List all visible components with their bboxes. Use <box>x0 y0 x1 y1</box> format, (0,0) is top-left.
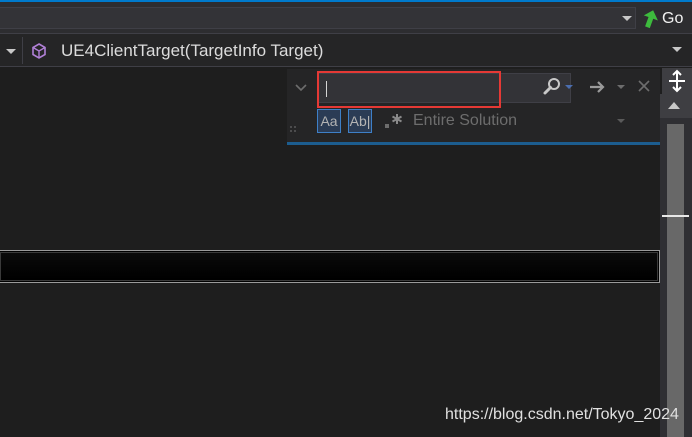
toolbar-dropdown-arrow[interactable] <box>620 11 634 25</box>
vertical-scrollbar[interactable] <box>660 94 692 437</box>
search-options-dropdown[interactable] <box>565 85 573 89</box>
highlighted-code-line <box>0 250 660 283</box>
find-next-dropdown[interactable] <box>617 85 625 89</box>
close-icon[interactable] <box>637 79 651 93</box>
text-caret <box>326 81 327 97</box>
navigation-bar: UE4ClientTarget(TargetInfo Target) <box>0 33 692 67</box>
green-arrow-icon <box>643 10 658 29</box>
watermark: https://blog.csdn.net/Tokyo_2024 <box>445 406 679 423</box>
search-input[interactable] <box>317 73 571 103</box>
go-label: Go <box>662 10 684 27</box>
match-whole-word-toggle[interactable]: Ab| <box>348 109 372 133</box>
member-selector[interactable]: UE4ClientTarget(TargetInfo Target) <box>28 38 682 64</box>
scope-dropdown-arrow[interactable] <box>0 43 22 59</box>
toolbar: Go <box>0 2 692 33</box>
scroll-position-marker <box>662 215 689 217</box>
chevron-down-icon <box>622 15 632 21</box>
expand-replace-toggle-icon[interactable] <box>295 83 307 93</box>
purple-cube-icon <box>32 43 46 59</box>
search-scope-selector[interactable]: Entire Solution <box>413 110 628 132</box>
split-window-button[interactable] <box>662 68 692 94</box>
go-button[interactable]: Go <box>642 7 690 31</box>
chevron-down-icon[interactable] <box>672 47 682 52</box>
chevron-down-icon <box>6 48 16 54</box>
member-selector-label: UE4ClientTarget(TargetInfo Target) <box>61 41 324 60</box>
magnifier-icon[interactable] <box>541 77 563 97</box>
regex-icon-glyph <box>385 114 402 128</box>
arrow-right-icon[interactable] <box>589 79 607 95</box>
scroll-up-icon[interactable] <box>668 102 680 109</box>
divider <box>22 37 23 64</box>
find-panel: Aa Ab| Entire Solution <box>287 69 660 145</box>
highlighted-code-line-inner <box>0 252 658 281</box>
chevron-down-icon[interactable] <box>617 119 625 123</box>
scroll-thumb[interactable] <box>667 124 684 437</box>
regex-star-icon[interactable] <box>383 111 405 131</box>
match-case-toggle[interactable]: Aa <box>317 109 341 133</box>
split-vertical-icon <box>669 69 685 93</box>
toolbar-combo[interactable] <box>0 7 636 29</box>
grip-icon[interactable] <box>289 125 299 135</box>
